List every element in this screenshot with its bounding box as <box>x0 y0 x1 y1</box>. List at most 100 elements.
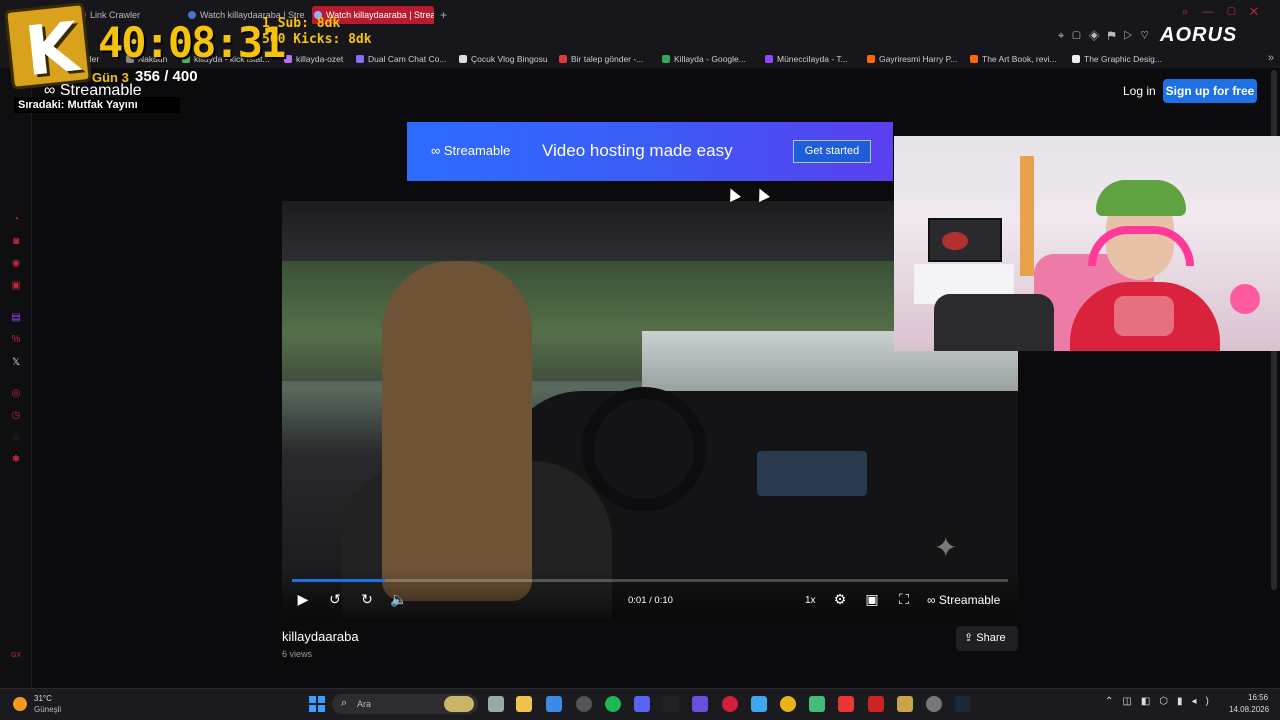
play-icon[interactable]: ▶ <box>294 591 312 608</box>
settings-icon[interactable] <box>926 696 942 712</box>
sidebar-messenger-icon[interactable]: ◉ <box>10 258 22 270</box>
bookmark-item[interactable]: killayda-ozet <box>284 53 343 65</box>
get-started-button[interactable]: Get started <box>793 140 871 163</box>
start-tile <box>309 705 316 712</box>
steam-icon[interactable] <box>955 696 971 712</box>
share-button[interactable]: ⇪ Share <box>956 626 1018 651</box>
bookmark-item[interactable]: Çocuk Vlog Bingosu <box>459 53 548 65</box>
app-icon[interactable] <box>838 696 854 712</box>
app-icon[interactable] <box>692 696 708 712</box>
system-tray-icons[interactable]: ⌃◫◧⬡▮◂) <box>1105 696 1218 707</box>
bookmark-icon <box>356 55 364 63</box>
sidebar-x-icon[interactable]: 𝕏 <box>10 357 22 369</box>
promo-banner[interactable]: ∞ Streamable Video hosting made easy Get… <box>407 122 893 181</box>
sidebar-extension-icon[interactable]: ◌ <box>10 432 22 444</box>
search-icon: ⌕ <box>341 697 348 709</box>
progress-bar[interactable] <box>292 579 1008 582</box>
bookmark-icon <box>1072 55 1080 63</box>
new-tab-button[interactable]: + <box>440 8 447 22</box>
chrome-icon[interactable] <box>780 696 796 712</box>
cam-lamp <box>1020 156 1034 276</box>
opera-gx-icon[interactable] <box>722 696 738 712</box>
banner-logo: ∞ Streamable <box>431 143 511 158</box>
video-steering-wheel <box>582 387 706 511</box>
sidebar-settings-icon[interactable]: ✱ <box>10 454 22 466</box>
channel-logo: K <box>4 2 92 92</box>
bookmark-item[interactable]: Müneccilayda - T... <box>765 53 848 65</box>
weather-sun-icon[interactable] <box>13 697 27 711</box>
bookmark-item[interactable]: The Art Book, revi... <box>970 53 1057 65</box>
rewind-icon[interactable]: ↺ <box>326 591 344 608</box>
streamer-jersey-detail <box>1114 296 1174 336</box>
sidebar-player-icon[interactable]: ◎ <box>10 388 22 400</box>
playback-speed-button[interactable]: 1x <box>805 595 816 606</box>
taskbar-search[interactable]: ⌕ Ara <box>332 694 478 714</box>
clock-date[interactable]: 14.08.2026 <box>1229 705 1269 714</box>
bookmark-item[interactable]: The Graphic Desig... <box>1072 53 1162 65</box>
sidebar-mail-icon[interactable]: ▣ <box>10 280 22 292</box>
bookmark-item[interactable]: Bir talep gönder -... <box>559 53 643 65</box>
weather-temperature[interactable]: 31°C <box>34 694 52 703</box>
banner-headline: Video hosting made easy <box>542 141 733 160</box>
app-icon[interactable] <box>897 696 913 712</box>
sparkle-icon: ✦ <box>934 532 958 563</box>
obs-icon[interactable] <box>576 696 592 712</box>
app-icon[interactable] <box>809 696 825 712</box>
task-view-icon[interactable] <box>488 696 504 712</box>
sidebar-clock-icon[interactable]: ◷ <box>10 410 22 422</box>
video-title: killaydaaraba <box>282 629 359 644</box>
spotify-icon[interactable] <box>605 696 621 712</box>
player-brand-logo[interactable]: ∞ Streamable <box>927 593 1000 607</box>
settings-gear-icon[interactable]: ⚙ <box>831 591 849 608</box>
toolbar-extension-icons[interactable]: ⌖▢◈⚑▷♡ <box>1058 30 1157 43</box>
streamer-hat <box>1096 180 1186 216</box>
cam-streamer <box>1070 180 1220 351</box>
goal-counter: 356 / 400 <box>135 68 198 85</box>
discord-icon[interactable] <box>634 696 650 712</box>
cam-gaming-chair <box>934 294 1054 351</box>
signup-button[interactable]: Sign up for free <box>1163 79 1257 103</box>
sidebar-history-icon[interactable]: ◔ <box>10 214 22 226</box>
start-tile <box>309 696 316 703</box>
bookmark-icon <box>867 55 875 63</box>
webcam-overlay <box>894 136 1280 351</box>
bookmark-item[interactable]: Gayriresmi Harry P... <box>867 53 957 65</box>
windows-start-icon[interactable] <box>309 696 325 712</box>
sidebar-gx-icon[interactable]: GX <box>10 650 22 662</box>
video-driver-hair <box>382 261 532 601</box>
picture-in-picture-icon[interactable]: ▣ <box>863 591 881 608</box>
next-stream-label: Sıradaki: Mutfak Yayını <box>14 97 180 113</box>
kicks-rule: 500 Kicks: 8dk <box>262 32 372 47</box>
bookmark-icon <box>459 55 467 63</box>
headphones-icon <box>1088 226 1194 266</box>
sidebar-shop-icon[interactable]: ◙ <box>10 236 22 248</box>
video-car-screen <box>757 451 867 496</box>
sidebar-percent-icon[interactable]: % <box>10 334 22 346</box>
stream-timer: 40:08:31 <box>98 18 286 67</box>
window-controls[interactable]: ⌕—▢✕ <box>1182 6 1272 19</box>
volume-icon[interactable]: 🔈 <box>390 591 408 608</box>
bookmark-item[interactable]: Killayda - Google... <box>662 53 746 65</box>
sub-rule: 1 Sub: 8dk <box>262 16 341 31</box>
cam-tv-glow <box>942 232 968 250</box>
app-icon[interactable] <box>546 696 562 712</box>
mouse-cursor-icon <box>725 186 741 202</box>
video-views: 6 views <box>282 649 313 659</box>
bookmarks-overflow-icon[interactable]: » <box>1268 52 1274 64</box>
mouse-cursor-icon <box>754 186 770 202</box>
login-link[interactable]: Log in <box>1123 84 1156 98</box>
app-icon[interactable] <box>663 696 679 712</box>
clock-time[interactable]: 16:56 <box>1248 693 1268 702</box>
sidebar-twitch-icon[interactable]: ▤ <box>10 312 22 324</box>
share-icon: ⇪ <box>964 632 974 644</box>
cam-balloon <box>1230 284 1260 314</box>
progress-fill <box>292 579 386 582</box>
app-icon[interactable] <box>868 696 884 712</box>
weather-description[interactable]: Güneşli <box>34 705 61 714</box>
file-explorer-icon[interactable] <box>516 696 532 712</box>
notepad-icon[interactable] <box>751 696 767 712</box>
forward-icon[interactable]: ↻ <box>358 591 376 608</box>
fullscreen-icon[interactable]: ⛶ <box>895 591 913 608</box>
bookmark-item[interactable]: Dual Cam Chat Co... <box>356 53 446 65</box>
start-tile <box>318 705 325 712</box>
